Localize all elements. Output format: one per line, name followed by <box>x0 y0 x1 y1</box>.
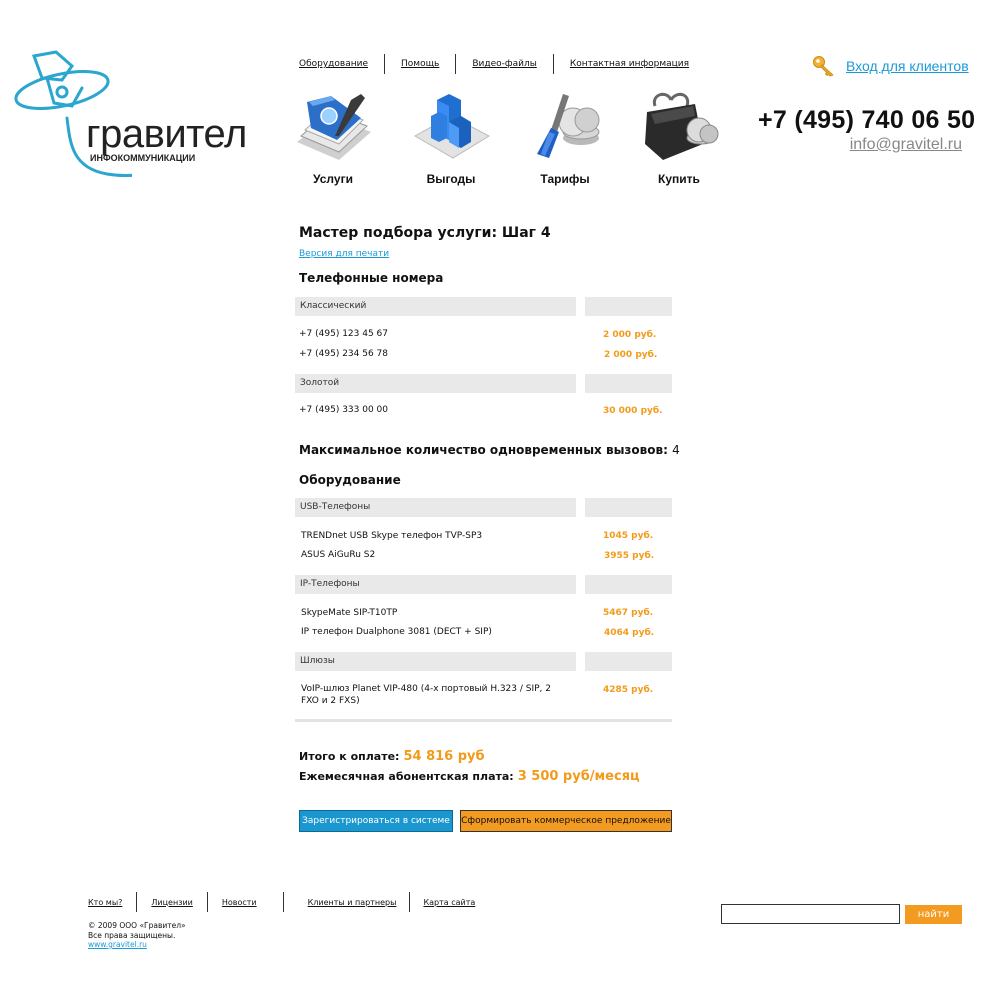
max-calls-value: 4 <box>672 443 680 457</box>
equipment-row: VoIP-шлюз Planet VIP-480 (4-х портовый H… <box>301 684 551 694</box>
page-title: Мастер подбора услуги: Шаг 4 <box>299 225 551 241</box>
phone-number-row: +7 (495) 234 56 78 <box>299 349 388 359</box>
category-price-column <box>585 374 672 393</box>
equipment-price: 4064 руб. <box>604 628 655 638</box>
category-header-gateways: Шлюзы <box>295 652 576 671</box>
monthly-fee-label: Ежемесячная абонентская плата: <box>299 770 514 783</box>
search-button[interactable]: найти <box>905 905 962 924</box>
equipment-price: 3955 руб. <box>604 551 655 561</box>
phone-number-price: 2 000 руб. <box>603 330 657 340</box>
footer-nav: Кто мы? Лицензии Новости Клиенты и партн… <box>88 892 475 912</box>
nav-benefits[interactable]: Выгоды <box>406 92 496 186</box>
phone-number-price: 30 000 руб. <box>603 406 663 416</box>
divider <box>409 892 411 912</box>
book-icon <box>297 94 371 160</box>
nav-tariffs-label: Тарифы <box>540 172 590 186</box>
footer-link-licenses[interactable]: Лицензии <box>151 898 192 907</box>
equipment-row: SkypeMate SIP-T10TP <box>301 608 398 618</box>
key-icon <box>813 56 834 77</box>
top-nav-help[interactable]: Помощь <box>401 59 439 69</box>
divider <box>282 892 284 912</box>
max-calls: Максимальное количество одновременных вы… <box>299 443 680 457</box>
equipment-price: 4285 руб. <box>603 685 654 695</box>
category-header-classic: Классический <box>295 297 576 316</box>
copyright-line: © 2009 ООО «Гравител» <box>88 921 186 930</box>
category-header-gold: Золотой <box>295 374 576 393</box>
footer-link-news[interactable]: Новости <box>222 898 257 907</box>
monthly-fee: Ежемесячная абонентская плата: 3 500 руб/… <box>299 769 640 784</box>
equipment-row: IP телефон Dualphone 3081 (DECT + SIP) <box>301 627 492 637</box>
print-version-link[interactable]: Версия для печати <box>299 249 389 259</box>
client-login-link[interactable]: Вход для клиентов <box>846 58 969 74</box>
client-login[interactable]: Вход для клиентов <box>812 55 969 77</box>
category-price-column <box>585 652 672 671</box>
equipment-heading: Оборудование <box>299 473 401 487</box>
nav-buy[interactable]: Купить <box>634 92 724 186</box>
contact-email[interactable]: info@gravitel.ru <box>850 136 962 154</box>
category-price-column <box>585 297 672 316</box>
divider <box>206 892 208 912</box>
top-nav-video[interactable]: Видео-файлы <box>472 59 536 69</box>
blocks-icon <box>413 94 491 159</box>
wallet-icon <box>645 92 719 160</box>
logo[interactable]: гравител ИНФОКОММУНИКАЦИИ <box>12 48 262 183</box>
category-price-column <box>585 575 672 594</box>
nav-benefits-label: Выгоды <box>426 172 476 186</box>
category-header-ip-phones: IP-Телефоны <box>295 575 576 594</box>
category-price-column <box>585 498 672 517</box>
copyright: © 2009 ООО «Гравител» Все права защищены… <box>88 921 186 950</box>
search-input[interactable] <box>721 904 900 924</box>
phone-number-row: +7 (495) 123 45 67 <box>299 329 388 339</box>
logo-tagline: ИНФОКОММУНИКАЦИИ <box>90 153 196 163</box>
register-button[interactable]: Зарегистрироваться в системе <box>299 810 453 832</box>
footer-link-sitemap[interactable]: Карта сайта <box>423 898 475 907</box>
nav-buy-label: Купить <box>658 172 700 186</box>
equipment-row: ASUS AiGuRu S2 <box>301 550 376 560</box>
top-nav: Оборудование Помощь Видео-файлы Контактн… <box>299 54 689 74</box>
total-due-label: Итого к оплате: <box>299 750 400 763</box>
category-header-usb-phones: USB-Телефоны <box>295 498 576 517</box>
footer-link-clients[interactable]: Клиенты и партнеры <box>308 898 397 907</box>
equipment-price: 5467 руб. <box>603 608 654 618</box>
divider <box>455 54 457 74</box>
top-nav-equipment[interactable]: Оборудование <box>299 59 368 69</box>
top-nav-contacts[interactable]: Контактная информация <box>570 59 689 69</box>
table-bottom-divider <box>295 719 672 722</box>
footer-link-about[interactable]: Кто мы? <box>88 898 122 907</box>
divider <box>552 54 554 74</box>
monthly-fee-value: 3 500 руб/месяц <box>517 769 640 784</box>
divider <box>384 54 385 74</box>
phone-number-price: 2 000 руб. <box>604 350 658 360</box>
equipment-price: 1045 руб. <box>603 531 654 541</box>
phones-heading: Телефонные номера <box>299 271 444 285</box>
nav-services-label: Услуги <box>313 172 353 186</box>
total-due-value: 54 816 руб <box>403 749 485 764</box>
nav-services[interactable]: Услуги <box>288 92 378 186</box>
logo-wordmark: гравител <box>86 112 247 156</box>
max-calls-label: Максимальное количество одновременных вы… <box>299 443 668 457</box>
total-due: Итого к оплате: 54 816 руб <box>299 749 485 764</box>
equipment-row-continued: FXO и 2 FXS) <box>301 696 360 706</box>
rights-line: Все права защищены. <box>88 930 176 940</box>
nav-tariffs[interactable]: Тарифы <box>520 92 610 186</box>
commercial-offer-button[interactable]: Сформировать коммерческое предложение <box>460 810 672 832</box>
phone-number-row: +7 (495) 333 00 00 <box>299 405 388 415</box>
screwdriver-coins-icon <box>537 94 600 158</box>
equipment-row: TRENDnet USB Skype телефон TVP-SP3 <box>301 531 483 541</box>
divider <box>136 892 138 912</box>
site-link[interactable]: www.gravitel.ru <box>88 940 186 950</box>
contact-phone: +7 (495) 740 06 50 <box>758 106 976 134</box>
